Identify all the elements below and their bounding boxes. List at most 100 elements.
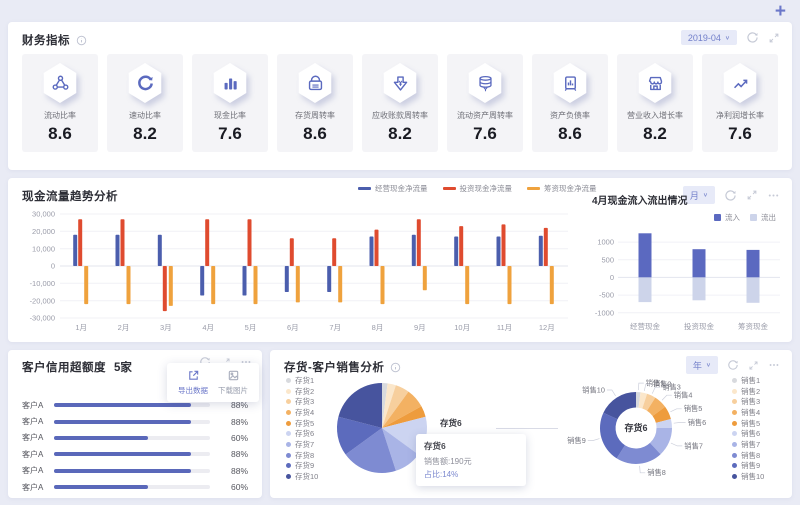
kpi-card-label: 净利润增长率 <box>716 111 764 120</box>
legend-item[interactable]: 销售1 <box>732 375 764 386</box>
svg-text:500: 500 <box>601 255 614 264</box>
april-flow-chart[interactable]: 1000 500 0 -500 -1000 经营现金 投资现金 筹资现金 <box>588 222 788 332</box>
credit-rows: 客户A 88% 客户A 88% 客户A 60% 客户A 88% 客户A 88% … <box>8 397 262 495</box>
svg-text:-10,000: -10,000 <box>30 279 55 288</box>
kpi-card: 应收账款周转率 8.2 <box>362 54 438 152</box>
credit-bar-track <box>54 452 210 457</box>
chevron-down-icon: ∨ <box>724 35 730 41</box>
kpi-card: 营业收入增长率 8.2 <box>617 54 693 152</box>
info-icon[interactable] <box>76 35 87 46</box>
bar <box>157 234 162 266</box>
download-image-button[interactable]: 下载图片 <box>213 369 253 396</box>
bar <box>332 238 337 266</box>
kpi-card-label: 流动比率 <box>44 111 76 120</box>
bar <box>538 235 543 266</box>
bar-chart-icon <box>213 63 247 103</box>
more-icon[interactable] <box>768 359 780 371</box>
bar <box>253 266 258 305</box>
credit-bar-track <box>54 419 210 424</box>
bar <box>84 266 89 305</box>
refresh-icon[interactable] <box>724 189 737 202</box>
credit-row[interactable]: 客户A 88% <box>8 463 262 479</box>
legend-item[interactable]: 销售9 <box>732 461 764 472</box>
cashflow-trend-chart[interactable]: 30,000 20,000 10,000 0 -10,000 -20,000 -30,000… <box>14 208 576 334</box>
legend-item[interactable]: 筹资现金净流量 <box>527 183 597 194</box>
kpi-panel-title: 财务指标 <box>22 35 70 47</box>
legend-marker <box>527 187 540 190</box>
legend-item[interactable]: 存货1 <box>286 375 318 386</box>
panel-context-menu: 导出数据 下载图片 <box>167 363 259 402</box>
legend-item[interactable]: 投资现金净流量 <box>442 183 512 194</box>
credit-count: 5家 <box>114 362 132 374</box>
credit-row[interactable]: 客户A 60% <box>8 479 262 495</box>
credit-row[interactable]: 客户A 60% <box>8 430 262 446</box>
bar <box>162 266 167 312</box>
svg-text:10月: 10月 <box>454 323 470 332</box>
image-icon <box>227 369 240 382</box>
legend-item[interactable]: 销售5 <box>732 418 764 429</box>
legend-item[interactable]: 存货2 <box>286 386 318 397</box>
more-icon[interactable] <box>767 189 780 202</box>
bar <box>501 224 506 266</box>
april-flow-title: 4月现金流入流出情况 <box>592 196 688 207</box>
credit-row[interactable]: 客户A 88% <box>8 446 262 462</box>
dashboard-page: + 财务指标 2019-04 ∨ 流动比率 8.6 速动比率 8.2 现金比率 7… <box>0 0 800 505</box>
legend-item[interactable]: 销售4 <box>732 407 764 418</box>
legend-dot <box>286 452 291 458</box>
date-selector[interactable]: 2019-04 ∨ <box>680 30 737 45</box>
svg-text:-30,000: -30,000 <box>30 314 55 323</box>
svg-text:10,000: 10,000 <box>32 244 55 253</box>
ledger-icon <box>553 63 587 103</box>
credit-row[interactable]: 客户A 88% <box>8 413 262 429</box>
bar-outflow <box>692 277 706 301</box>
cash-box-icon <box>298 63 332 103</box>
bar-inflow <box>638 233 652 278</box>
legend-dot <box>286 409 291 415</box>
legend-item[interactable]: 销售7 <box>732 439 764 450</box>
legend-marker <box>358 187 371 190</box>
legend-item[interactable]: 存货8 <box>286 450 318 461</box>
legend-item[interactable]: 存货3 <box>286 396 318 407</box>
expand-icon[interactable] <box>746 189 758 201</box>
legend-item[interactable]: 销售10 <box>732 471 764 482</box>
bar <box>126 266 131 305</box>
legend-item[interactable]: 经营现金净流量 <box>358 183 428 194</box>
credit-bar <box>54 403 192 408</box>
legend-dot <box>286 463 291 469</box>
legend-item[interactable]: 存货9 <box>286 461 318 472</box>
credit-bar <box>54 435 148 440</box>
kpi-card: 净利润增长率 7.6 <box>702 54 778 152</box>
legend-item[interactable]: 存货5 <box>286 418 318 429</box>
bar <box>168 266 173 306</box>
legend-dot <box>286 431 291 437</box>
legend-item[interactable]: 销售8 <box>732 450 764 461</box>
svg-text:-500: -500 <box>599 291 614 300</box>
legend-dot <box>286 474 291 480</box>
bar <box>422 266 427 291</box>
kpi-card-label: 应收账款周转率 <box>372 111 428 120</box>
legend-item[interactable]: 存货6 <box>286 428 318 439</box>
legend-item[interactable]: 存货4 <box>286 407 318 418</box>
sales-donut-legend: 销售1 销售2 销售3 销售4 销售5 销售6 销售7 销售8 销售9 销售10 <box>732 375 764 482</box>
expand-icon[interactable] <box>768 32 780 44</box>
legend-item[interactable]: 存货10 <box>286 471 318 482</box>
kpi-card: 流动比率 8.6 <box>22 54 98 152</box>
legend-dot <box>286 420 291 426</box>
coins-yen-icon <box>468 63 502 103</box>
expand-icon[interactable] <box>748 360 759 371</box>
credit-bar <box>54 419 192 424</box>
bar <box>284 266 289 292</box>
refresh-icon[interactable] <box>746 31 759 44</box>
legend-item[interactable]: 销售6 <box>732 428 764 439</box>
legend-item[interactable]: 销售2 <box>732 386 764 397</box>
kpi-card-label: 存货周转率 <box>295 111 335 120</box>
add-widget-button[interactable]: + <box>775 2 786 21</box>
legend-item[interactable]: 存货7 <box>286 439 318 450</box>
credit-row-value: 60% <box>230 482 248 493</box>
sales-donut-chart[interactable]: 销售1 销售2 销售3 销售4 销售5 销售6 销售7 销售8 销售9 销售10 存货6 <box>536 350 732 498</box>
credit-row-label: 客户A <box>22 482 44 492</box>
export-data-button[interactable]: 导出数据 <box>173 369 213 396</box>
svg-text:8月: 8月 <box>372 323 384 332</box>
svg-text:1000: 1000 <box>597 238 614 247</box>
legend-item[interactable]: 销售3 <box>732 396 764 407</box>
